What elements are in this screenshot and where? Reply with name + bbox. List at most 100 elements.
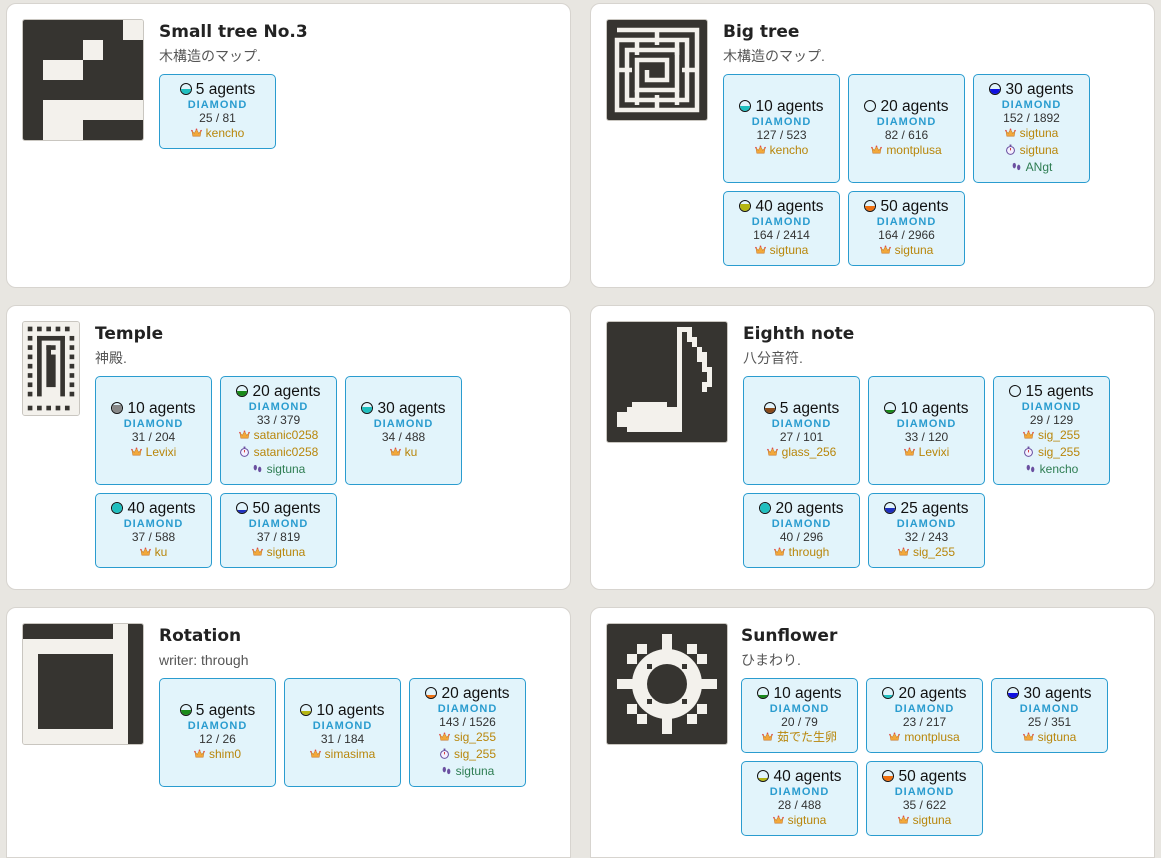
record-holder[interactable]: sigtuna (976, 142, 1087, 159)
rank-badge: DIAMOND (123, 418, 184, 430)
holder-name: sig_255 (1037, 428, 1081, 442)
record-box[interactable]: 40 agents DIAMOND 28 / 488 sigtuna (741, 761, 858, 836)
record-holder[interactable]: sigtuna (412, 763, 523, 780)
holder-name: satanic0258 (253, 428, 319, 442)
record-box[interactable]: 10 agents DIAMOND 127 / 523 kencho (723, 74, 840, 183)
eighth-note-map-thumbnail[interactable] (606, 321, 728, 443)
agent-count: 10 agents (287, 702, 398, 720)
record-box[interactable]: 40 agents DIAMOND 37 / 588 ku (95, 493, 212, 568)
record-box[interactable]: 15 agents DIAMOND 29 / 129 sig_255 sig_255 ke… (993, 376, 1110, 485)
record-holder[interactable]: ku (98, 544, 209, 561)
record-box[interactable]: 20 agents DIAMOND 143 / 1526 sig_255 sig_255… (409, 678, 526, 787)
agent-count-label: 5 agents (195, 81, 256, 98)
record-box[interactable]: 5 agents DIAMOND 12 / 26 shim0 (159, 678, 276, 787)
record-box[interactable]: 50 agents DIAMOND 37 / 819 sigtuna (220, 493, 337, 568)
agent-color-dot-icon (111, 402, 124, 414)
agent-count: 30 agents (348, 400, 459, 418)
footprints-icon (252, 462, 267, 476)
agent-count-label: 10 agents (316, 702, 385, 719)
record-box[interactable]: 20 agents DIAMOND 33 / 379 satanic0258 satan… (220, 376, 337, 485)
record-box[interactable]: 25 agents DIAMOND 32 / 243 sig_255 (868, 493, 985, 568)
rank-badge: DIAMOND (751, 116, 812, 128)
map-title[interactable]: Small tree No.3 (159, 21, 560, 43)
footprints-icon (441, 764, 456, 778)
agent-count: 10 agents (726, 98, 837, 116)
agent-count: 25 agents (871, 500, 982, 518)
record-box[interactable]: 10 agents DIAMOND 31 / 204 Levixi (95, 376, 212, 485)
record-box[interactable]: 20 agents DIAMOND 82 / 616 montplusa (848, 74, 965, 183)
record-holder[interactable]: 茹でた生卵 (744, 729, 855, 746)
agent-count-label: 5 agents (195, 702, 256, 719)
record-holder[interactable]: sig_255 (996, 427, 1107, 444)
record-holder[interactable]: sig_255 (412, 729, 523, 746)
small-tree-map-thumbnail[interactable] (22, 19, 144, 141)
record-holder[interactable]: sigtuna (994, 729, 1105, 746)
rank-badge: DIAMOND (1021, 401, 1082, 413)
record-holder[interactable]: sig_255 (996, 444, 1107, 461)
record-holder[interactable]: glass_256 (746, 444, 857, 461)
map-title[interactable]: Sunflower (741, 625, 1144, 647)
record-holder[interactable]: sigtuna (976, 125, 1087, 142)
record-holder[interactable]: sig_255 (412, 746, 523, 763)
record-holder[interactable]: kencho (726, 142, 837, 159)
record-holder[interactable]: ku (348, 444, 459, 461)
big-tree-maze-thumbnail[interactable] (606, 19, 708, 121)
crown-icon (754, 143, 770, 157)
score-text: 34 / 488 (381, 430, 426, 444)
record-box[interactable]: 30 agents DIAMOND 34 / 488 ku (345, 376, 462, 485)
agent-color-dot-icon (425, 687, 438, 699)
record-holder[interactable]: Levixi (98, 444, 209, 461)
record-holder[interactable]: montplusa (851, 142, 962, 159)
record-box[interactable]: 5 agents DIAMOND 27 / 101 glass_256 (743, 376, 860, 485)
record-holder[interactable]: sigtuna (223, 461, 334, 478)
record-holder[interactable]: ANgt (976, 159, 1087, 176)
record-box[interactable]: 10 agents DIAMOND 33 / 120 Levixi (868, 376, 985, 485)
record-boxes: 5 agents DIAMOND 27 / 101 glass_256 10 agent… (743, 376, 1144, 568)
record-holder[interactable]: kencho (996, 461, 1107, 478)
agent-count: 5 agents (162, 81, 273, 99)
record-holder[interactable]: satanic0258 (223, 427, 334, 444)
record-box[interactable]: 40 agents DIAMOND 164 / 2414 sigtuna (723, 191, 840, 266)
record-box[interactable]: 10 agents DIAMOND 20 / 79 茹でた生卵 (741, 678, 858, 753)
agent-count-label: 20 agents (898, 685, 967, 702)
map-title[interactable]: Big tree (723, 21, 1144, 43)
record-holder[interactable]: montplusa (869, 729, 980, 746)
score-text: 40 / 296 (779, 530, 824, 544)
temple-map-thumbnail[interactable] (22, 321, 80, 416)
score-text: 29 / 129 (1029, 413, 1074, 427)
record-holder[interactable]: through (746, 544, 857, 561)
record-holder[interactable]: kencho (162, 125, 273, 142)
sunflower-map-thumbnail[interactable] (606, 623, 728, 745)
agent-count: 20 agents (223, 383, 334, 401)
record-box[interactable]: 30 agents DIAMOND 152 / 1892 sigtuna sigtuna… (973, 74, 1090, 183)
record-box[interactable]: 50 agents DIAMOND 164 / 2966 sigtuna (848, 191, 965, 266)
agent-count: 20 agents (746, 500, 857, 518)
record-box[interactable]: 10 agents DIAMOND 31 / 184 simasima (284, 678, 401, 787)
record-holder[interactable]: sig_255 (871, 544, 982, 561)
record-holder[interactable]: sigtuna (726, 242, 837, 259)
agent-count: 20 agents (412, 685, 523, 703)
record-holder[interactable]: sigtuna (869, 812, 980, 829)
score-text: 31 / 184 (320, 732, 365, 746)
record-holder[interactable]: shim0 (162, 746, 273, 763)
record-box[interactable]: 20 agents DIAMOND 40 / 296 through (743, 493, 860, 568)
record-box[interactable]: 5 agents DIAMOND 25 / 81 kencho (159, 74, 276, 149)
record-holder[interactable]: sigtuna (744, 812, 855, 829)
map-description: 神殿. (95, 350, 127, 366)
record-holder[interactable]: sigtuna (223, 544, 334, 561)
record-box[interactable]: 50 agents DIAMOND 35 / 622 sigtuna (866, 761, 983, 836)
agent-count: 15 agents (996, 383, 1107, 401)
map-title[interactable]: Eighth note (743, 323, 1144, 345)
record-holder[interactable]: Levixi (871, 444, 982, 461)
record-holder[interactable]: sigtuna (851, 242, 962, 259)
map-info: Big tree 木構造のマップ. 10 agents DIAMOND 127 / … (723, 20, 1144, 266)
record-holder[interactable]: satanic0258 (223, 444, 334, 461)
agent-count: 5 agents (746, 400, 857, 418)
score-text: 20 / 79 (781, 715, 818, 729)
map-title[interactable]: Temple (95, 323, 560, 345)
map-title[interactable]: Rotation (159, 625, 560, 647)
rotation-map-thumbnail[interactable] (22, 623, 144, 745)
record-box[interactable]: 30 agents DIAMOND 25 / 351 sigtuna (991, 678, 1108, 753)
record-box[interactable]: 20 agents DIAMOND 23 / 217 montplusa (866, 678, 983, 753)
record-holder[interactable]: simasima (287, 746, 398, 763)
